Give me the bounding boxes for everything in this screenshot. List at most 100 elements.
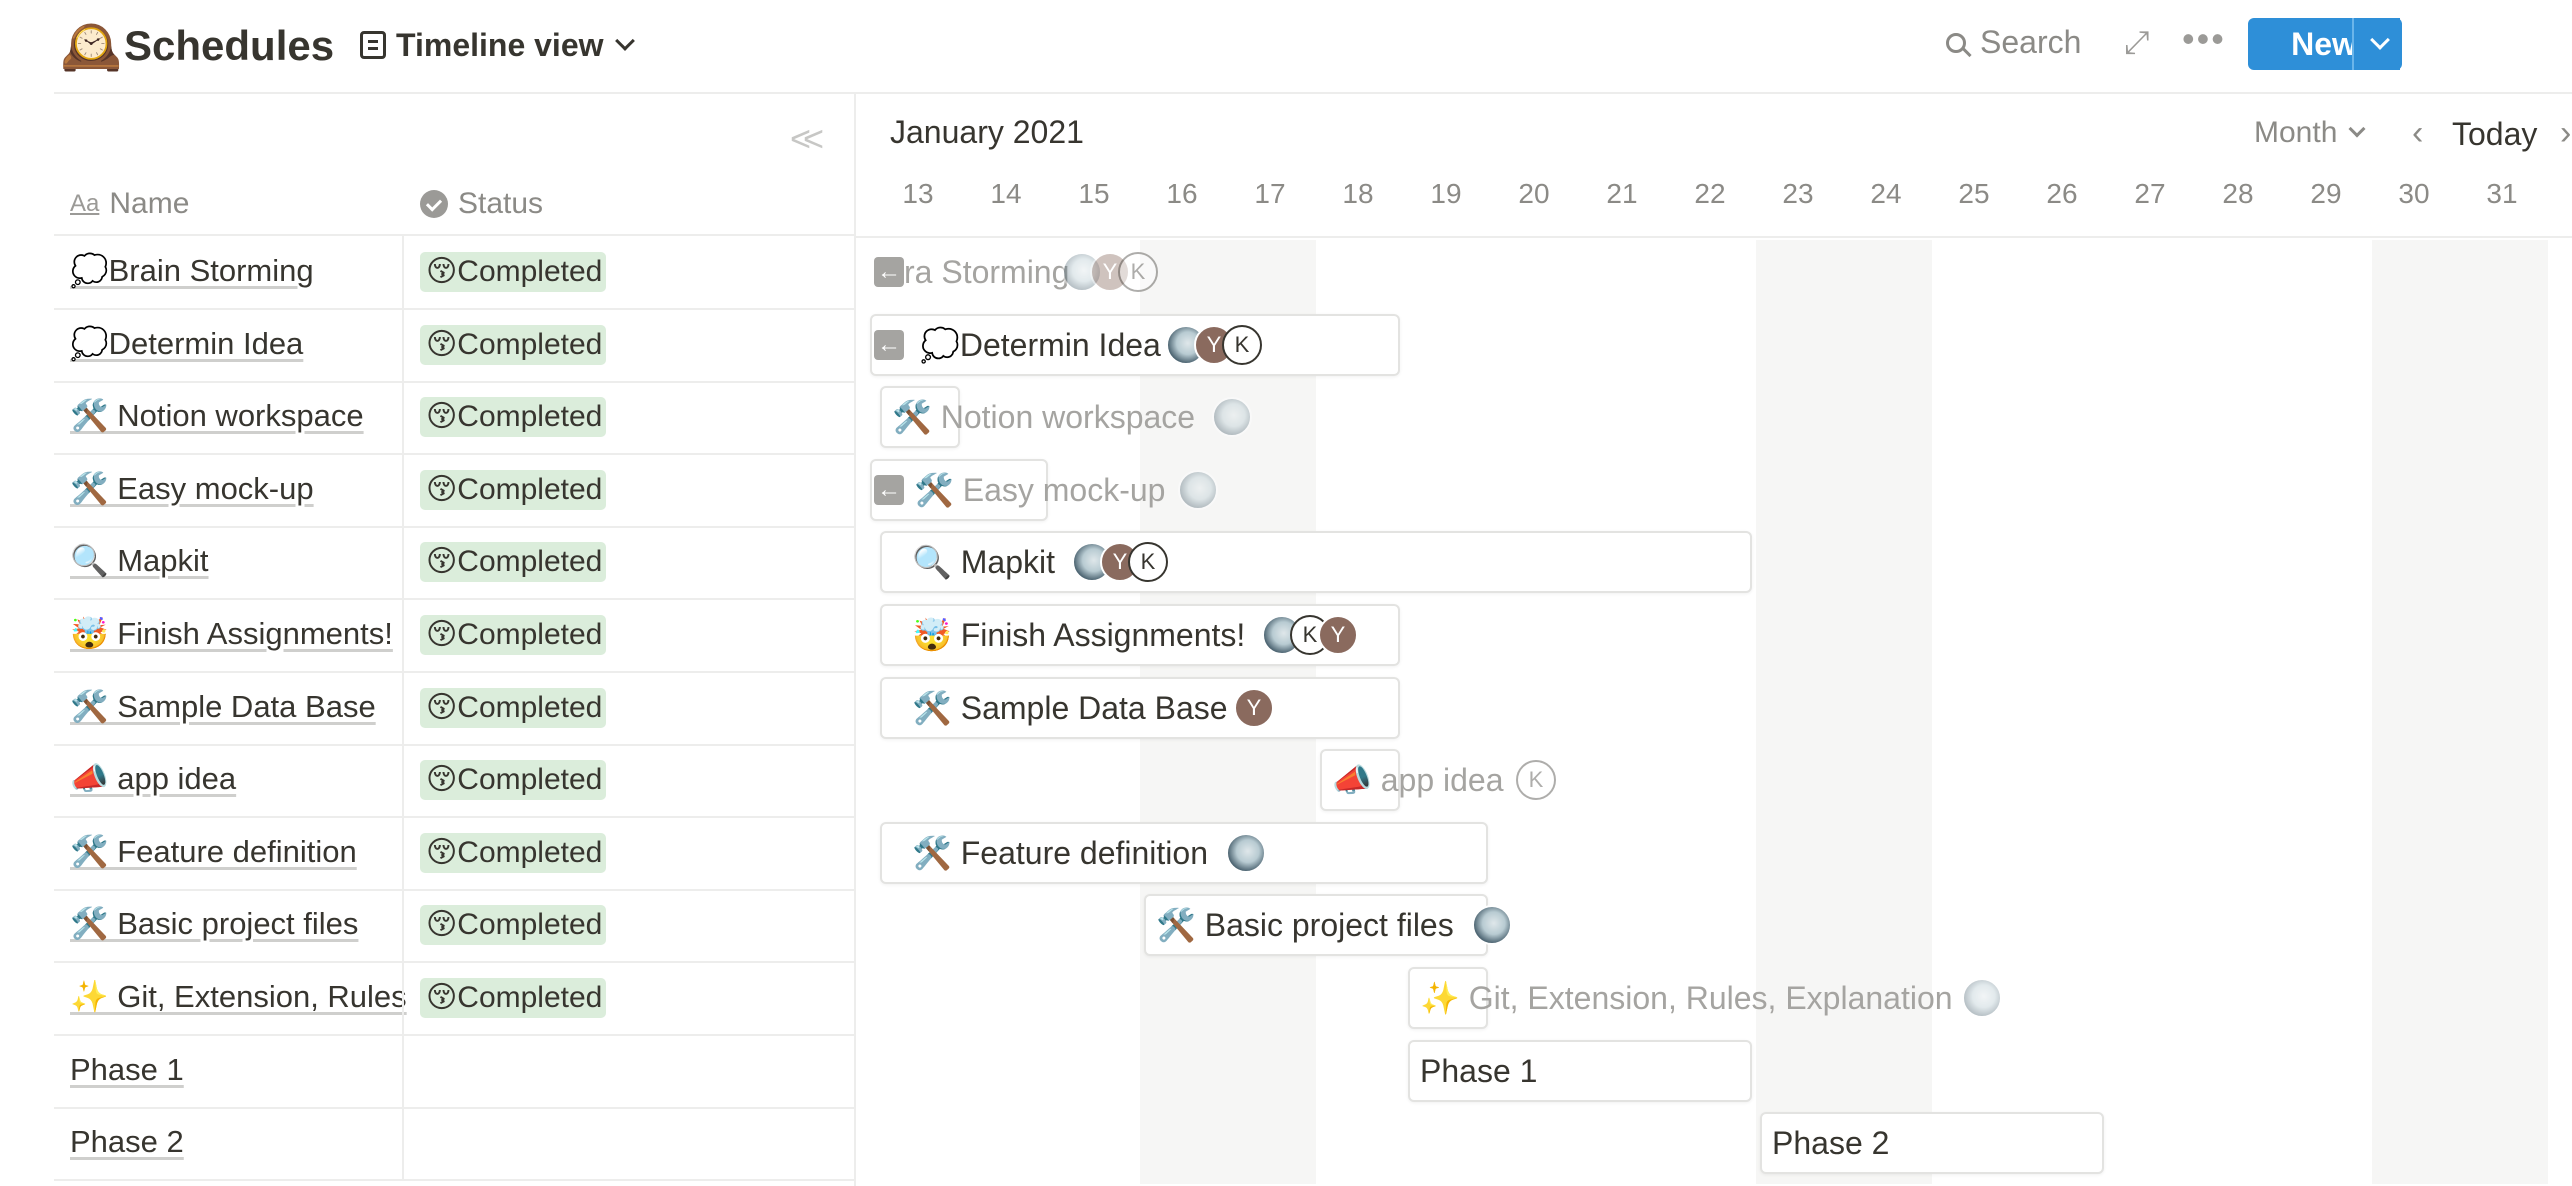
arrow-left-icon[interactable]: ← — [874, 329, 904, 360]
chevron-right-icon[interactable]: › — [2560, 114, 2571, 153]
status-badge[interactable]: 😚Completed — [420, 832, 606, 873]
more-options-icon[interactable]: ••• — [2182, 18, 2226, 60]
avatar-y: Y — [1318, 615, 1358, 655]
status-badge[interactable]: 😚Completed — [420, 542, 606, 583]
status-badge[interactable]: 😚Completed — [420, 978, 606, 1018]
table-row[interactable]: 🛠️ Easy mock-up 😚Completed — [54, 453, 856, 528]
assignee-avatars[interactable] — [1178, 469, 1218, 510]
assignee-avatars[interactable]: YK — [1062, 252, 1158, 292]
table-row[interactable]: 🔍 Mapkit 😚Completed — [54, 526, 856, 601]
status-badge[interactable]: 😚Completed — [420, 252, 606, 292]
row-name[interactable]: 🤯 Finish Assignments! — [70, 599, 454, 669]
row-name[interactable]: 🛠️ Feature definition — [70, 817, 454, 887]
column-header-status[interactable]: Status — [420, 176, 543, 232]
view-switcher[interactable]: Timeline view — [360, 22, 635, 68]
row-name[interactable]: 📣 app idea — [70, 744, 454, 814]
new-dropdown-button[interactable] — [2352, 18, 2402, 70]
clock-icon: 🕰️ — [60, 18, 123, 74]
day-label: 30 — [2398, 178, 2430, 209]
column-divider — [402, 236, 404, 308]
assignee-avatars[interactable]: YK — [1166, 324, 1262, 365]
table-row[interactable]: 💭Brain Storming 😚Completed — [54, 236, 856, 310]
day-label: 13 — [902, 178, 934, 209]
column-divider — [402, 526, 404, 599]
timeline-bar-label[interactable]: 🛠️ Sample Data Base — [912, 677, 1228, 739]
timeline-bar-label[interactable]: 🛠️ Notion workspace — [892, 386, 1195, 448]
status-badge[interactable]: 😚Completed — [420, 615, 606, 655]
table-row[interactable]: ✨ Git, Extension, Rules 😚Completed — [54, 962, 856, 1036]
status-property-icon — [420, 190, 448, 218]
assignee-avatars[interactable]: K — [1516, 760, 1556, 801]
page-title[interactable]: Schedules — [124, 18, 334, 74]
day-label: 15 — [1078, 178, 1110, 209]
arrow-left-icon[interactable]: ← — [874, 257, 904, 287]
chevron-left-icon[interactable]: ‹ — [2412, 114, 2423, 153]
top-bar: 🕰️ Schedules Timeline view Search ⤢ ••• … — [0, 0, 2572, 92]
row-name[interactable]: 💭Brain Storming — [70, 236, 454, 306]
table-row[interactable]: Phase 1 — [54, 1034, 856, 1109]
row-name[interactable]: Phase 2 — [70, 1107, 454, 1177]
day-label: 26 — [2046, 178, 2078, 209]
assignee-avatars[interactable] — [1962, 978, 2002, 1018]
row-name[interactable]: 🛠️ Notion workspace — [70, 381, 454, 451]
day-label: 31 — [2486, 178, 2518, 209]
row-name[interactable]: 🛠️ Basic project files — [70, 889, 454, 959]
arrow-left-icon[interactable]: ← — [874, 474, 904, 505]
timeline-bar-label[interactable]: Phase 2 — [1772, 1112, 1889, 1174]
column-divider — [402, 308, 404, 381]
status-badge[interactable]: 😚Completed — [420, 397, 606, 438]
day-label: 22 — [1694, 178, 1726, 209]
avatar-photo — [1962, 978, 2002, 1018]
column-divider — [402, 889, 404, 962]
assignee-avatars[interactable] — [1472, 905, 1512, 946]
scale-switcher[interactable]: Month — [2254, 116, 2366, 150]
status-badge[interactable]: 😚Completed — [420, 905, 606, 946]
assignee-avatars[interactable] — [1212, 397, 1252, 438]
list-view-icon — [360, 31, 386, 59]
scale-label: Month — [2254, 116, 2338, 149]
row-name[interactable]: 💭Determin Idea — [70, 309, 454, 379]
day-label: 29 — [2310, 178, 2342, 209]
timeline-bar-label[interactable]: 🛠️ Basic project files — [1156, 894, 1454, 956]
avatar-photo — [1178, 469, 1218, 510]
timeline-bar-label[interactable]: Phase 1 — [1420, 1040, 1537, 1102]
table-row[interactable]: 🛠️ Notion workspace 😚Completed — [54, 381, 856, 456]
row-name[interactable]: 🛠️ Sample Data Base — [70, 672, 454, 742]
day-label: 18 — [1342, 178, 1374, 209]
timeline-bar-label[interactable]: 🛠️ Feature definition — [912, 822, 1208, 884]
timeline-bar-label[interactable]: 🛠️ Easy mock-up — [914, 459, 1165, 521]
status-badge[interactable]: 😚Completed — [420, 324, 606, 365]
timeline-bar-label[interactable]: 🤯 Finish Assignments! — [912, 604, 1245, 666]
table-row[interactable]: 💭Determin Idea 😚Completed — [54, 308, 856, 383]
expand-icon[interactable]: ⤢ — [2124, 24, 2150, 62]
table-row[interactable]: Phase 2 — [54, 1107, 856, 1182]
assignee-avatars[interactable]: YK — [1072, 542, 1168, 583]
table-row[interactable]: 🛠️ Feature definition 😚Completed — [54, 816, 856, 891]
day-label: 21 — [1606, 178, 1638, 209]
table-row[interactable]: 🛠️ Sample Data Base 😚Completed — [54, 671, 856, 746]
status-badge[interactable]: 😚Completed — [420, 760, 606, 801]
status-badge[interactable]: 😚Completed — [420, 469, 606, 510]
timeline-bar-label[interactable]: 🔍 Mapkit — [912, 531, 1055, 593]
assignee-avatars[interactable]: Y — [1234, 687, 1274, 728]
collapse-icon[interactable]: << — [790, 118, 824, 160]
timeline-bar-label[interactable]: 📣 app idea — [1332, 749, 1504, 811]
today-button[interactable]: Today — [2452, 116, 2537, 153]
assignee-avatars[interactable]: KY — [1262, 615, 1358, 655]
column-header-name[interactable]: Aa Name — [70, 176, 189, 232]
search-icon — [1946, 32, 1966, 53]
status-badge[interactable]: 😚Completed — [420, 687, 606, 728]
row-name[interactable]: 🛠️ Easy mock-up — [70, 454, 454, 524]
timeline-bar-label[interactable]: 💭Determin Idea — [920, 314, 1161, 376]
table-row[interactable]: 🤯 Finish Assignments! 😚Completed — [54, 599, 856, 673]
timeline-bar-label[interactable]: ra Storming — [904, 241, 1069, 303]
table-row[interactable]: 📣 app idea 😚Completed — [54, 744, 856, 819]
timeline-header-divider — [856, 236, 2572, 238]
row-name[interactable]: Phase 1 — [70, 1035, 454, 1105]
search-button[interactable]: Search — [1946, 24, 2081, 61]
timeline-bar-label[interactable]: ✨ Git, Extension, Rules, Explanation — [1420, 967, 1953, 1029]
row-name[interactable]: 🔍 Mapkit — [70, 526, 454, 596]
table-row[interactable]: 🛠️ Basic project files 😚Completed — [54, 889, 856, 964]
row-name[interactable]: ✨ Git, Extension, Rules — [70, 962, 454, 1032]
assignee-avatars[interactable] — [1226, 832, 1266, 873]
